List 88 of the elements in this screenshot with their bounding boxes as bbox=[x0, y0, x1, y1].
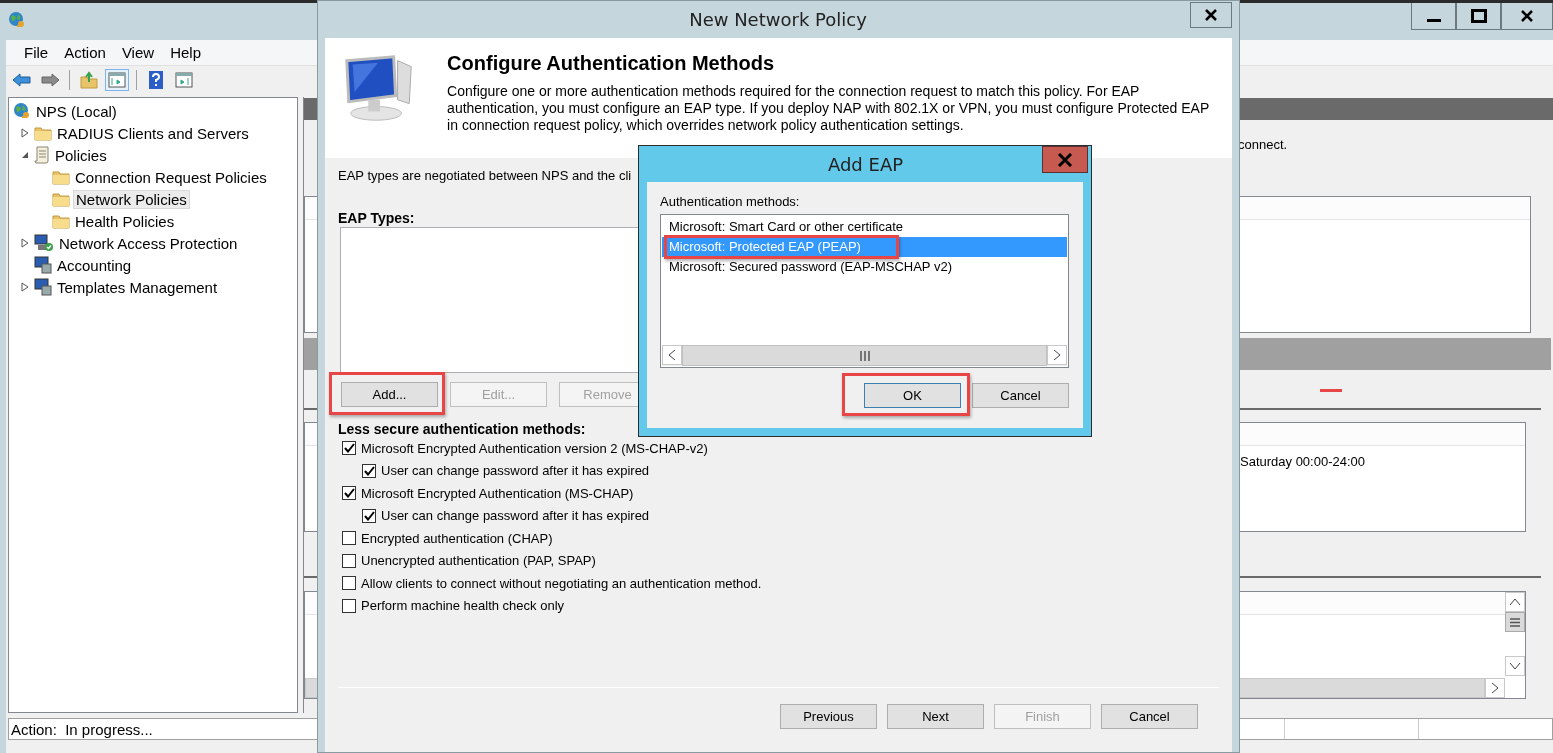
button[interactable]: Cancel bbox=[1101, 704, 1198, 729]
pane-toggle-icon bbox=[175, 72, 193, 88]
close-button[interactable] bbox=[1190, 2, 1232, 28]
dialog-title: New Network Policy bbox=[688, 8, 868, 30]
menu-item[interactable]: Help bbox=[162, 44, 209, 61]
document-icon bbox=[34, 146, 50, 164]
table-cell: Saturday 00:00-24:00 bbox=[1240, 454, 1366, 469]
tree-item[interactable]: Network Access Protection bbox=[57, 234, 240, 252]
checkbox[interactable] bbox=[342, 576, 356, 591]
checkbox[interactable] bbox=[362, 463, 376, 478]
section-label: EAP Types: bbox=[338, 210, 416, 226]
list-label: Authentication methods: bbox=[660, 194, 801, 209]
grip-icon bbox=[1510, 617, 1520, 627]
checkbox-label: Perform machine health check only bbox=[361, 598, 565, 614]
button[interactable]: Add... bbox=[341, 382, 438, 407]
back-arrow-icon bbox=[12, 72, 32, 88]
checkbox[interactable] bbox=[362, 508, 376, 523]
menu-item[interactable]: Action bbox=[56, 44, 114, 61]
close-icon bbox=[1520, 9, 1534, 23]
folder-icon bbox=[52, 213, 70, 229]
close-icon bbox=[1204, 8, 1218, 22]
description-text: Configure one or more authentication methods required for the connection request to match this policy. For EAP authentication, you must configure an EAP type. If you deploy NAP with 802.1X or VPN, you must configure Protected EAP in connection request policy, which overrides network policy authentication settings. bbox=[447, 83, 1210, 134]
folder-icon bbox=[52, 191, 70, 207]
annotation-mark bbox=[1320, 389, 1342, 392]
tree-item[interactable]: NPS (Local) bbox=[34, 102, 119, 120]
grip-icon bbox=[859, 350, 870, 361]
section-label: Less secure authentication methods: bbox=[338, 421, 587, 437]
forward-arrow-icon bbox=[40, 72, 60, 88]
note-text: EAP types are negotiated between NPS and the cli bbox=[338, 168, 633, 185]
minimize-button[interactable] bbox=[1411, 3, 1456, 30]
checkmark-icon bbox=[343, 443, 355, 454]
tree-item[interactable]: Accounting bbox=[55, 256, 134, 274]
checkbox-label: Microsoft Encrypted Authentication version 2 (MS-CHAP-v2) bbox=[361, 440, 708, 456]
button[interactable]: OK bbox=[864, 383, 961, 408]
computer-icon bbox=[34, 256, 52, 274]
expand-arrow-icon[interactable] bbox=[21, 128, 29, 138]
globe-icon bbox=[13, 102, 31, 120]
checkbox[interactable] bbox=[342, 441, 356, 456]
computer-icon bbox=[34, 278, 52, 296]
close-icon bbox=[1057, 152, 1073, 167]
checkbox[interactable] bbox=[342, 486, 356, 501]
tree-item[interactable]: Templates Management bbox=[55, 278, 220, 296]
toolbar-button[interactable] bbox=[77, 69, 101, 91]
globe-icon bbox=[8, 11, 26, 29]
close-button[interactable] bbox=[1501, 3, 1553, 30]
collapse-arrow-icon[interactable] bbox=[21, 151, 29, 159]
pane-toggle-icon bbox=[108, 72, 126, 88]
checkmark-icon bbox=[343, 488, 355, 499]
list-item[interactable]: Microsoft: Smart Card or other certificate bbox=[662, 217, 1067, 237]
folder-icon bbox=[34, 125, 52, 141]
checkmark-icon bbox=[363, 465, 375, 476]
maximize-button[interactable] bbox=[1456, 3, 1501, 30]
tree-item[interactable]: Health Policies bbox=[73, 212, 177, 230]
description-text: connect. bbox=[1238, 137, 1288, 152]
toolbar-button[interactable] bbox=[172, 69, 196, 91]
expand-arrow-icon[interactable] bbox=[21, 238, 29, 248]
tree-item[interactable]: Network Policies bbox=[73, 189, 190, 209]
list-item[interactable]: Microsoft: Secured password (EAP-MSCHAP v2) bbox=[662, 257, 1067, 277]
horizontal-scrollbar[interactable] bbox=[662, 345, 1067, 366]
button[interactable]: Previous bbox=[780, 704, 877, 729]
menu-item[interactable]: View bbox=[113, 44, 163, 61]
checkbox-label: User can change password after it has expired bbox=[381, 463, 650, 479]
minimize-icon bbox=[1426, 18, 1441, 22]
tree-item[interactable]: Connection Request Policies bbox=[73, 168, 269, 186]
checkbox[interactable] bbox=[342, 553, 356, 568]
checkbox[interactable] bbox=[342, 598, 356, 613]
status-text: Action: In progress... bbox=[11, 720, 154, 738]
tree-item[interactable]: RADIUS Clients and Servers bbox=[55, 124, 251, 142]
folder-icon bbox=[52, 169, 70, 185]
checkbox-label: Allow clients to connect without negotiating an authentication method. bbox=[361, 575, 762, 591]
help-icon bbox=[149, 71, 163, 89]
menu-item[interactable]: File bbox=[16, 44, 57, 61]
checkbox-label: Microsoft Encrypted Authentication (MS-CHAP) bbox=[361, 485, 634, 501]
button[interactable]: Next bbox=[887, 704, 984, 729]
page-heading: Configure Authentication Methods bbox=[447, 52, 776, 75]
expand-arrow-icon[interactable] bbox=[21, 282, 29, 292]
computer-check-icon bbox=[34, 234, 54, 252]
checkmark-icon bbox=[363, 510, 375, 521]
button[interactable]: Cancel bbox=[972, 383, 1069, 408]
tree-item[interactable]: Policies bbox=[53, 146, 109, 164]
checkbox-label: Unencrypted authentication (PAP, SPAP) bbox=[361, 553, 596, 569]
maximize-icon bbox=[1470, 9, 1487, 23]
toolbar-button[interactable] bbox=[105, 69, 129, 91]
checkbox-label: User can change password after it has expired bbox=[381, 508, 650, 524]
checkbox-label: Encrypted authentication (CHAP) bbox=[361, 530, 553, 546]
dialog-title: Add EAP bbox=[826, 153, 905, 175]
folder-up-icon bbox=[80, 71, 98, 89]
checkbox[interactable] bbox=[342, 531, 356, 546]
